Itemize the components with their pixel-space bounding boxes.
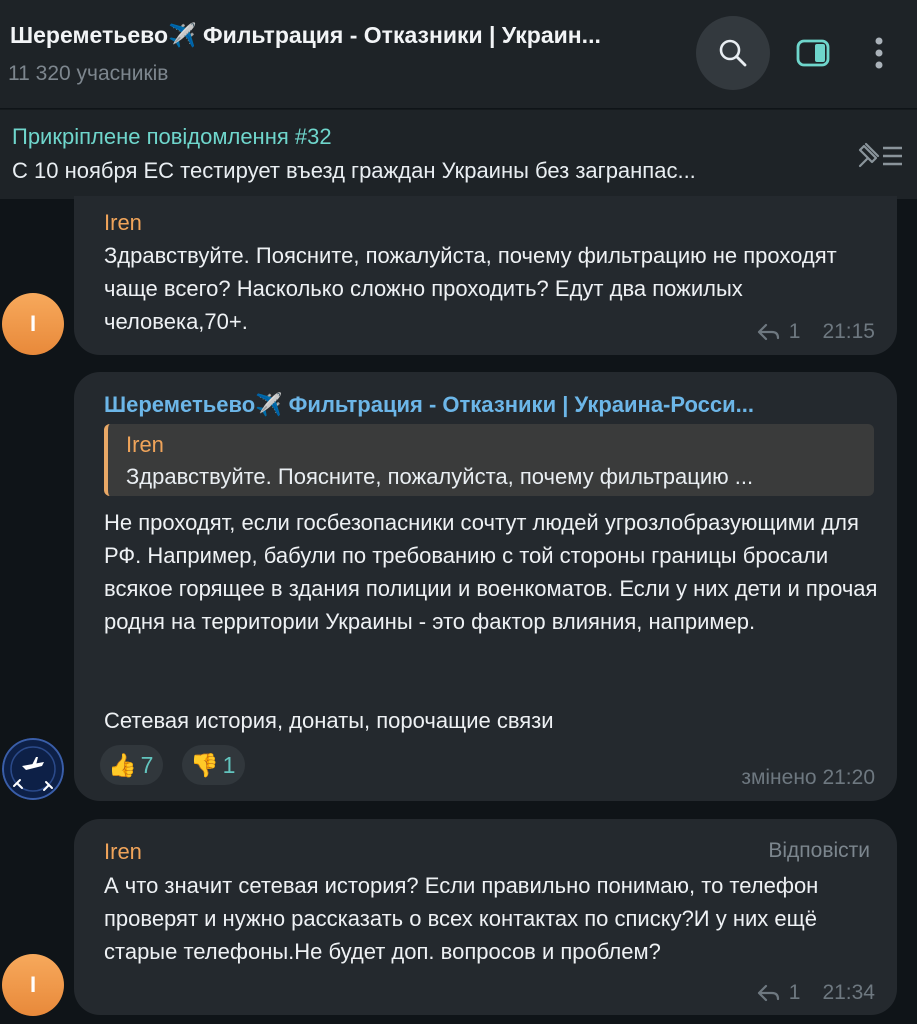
avatar[interactable]: I <box>2 293 64 355</box>
reaction-thumbs-down[interactable]: 👎 1 <box>182 745 246 785</box>
message-meta: 1 21:15 <box>757 320 875 344</box>
reaction-count: 7 <box>140 751 154 778</box>
message-bubble[interactable]: Шереметьево✈️ Фильтрация - Отказники | У… <box>74 372 897 801</box>
message-time: 21:15 <box>822 320 875 343</box>
reply-arrow-icon[interactable] <box>757 983 781 1003</box>
reaction-thumbs-up[interactable]: 👍 7 <box>100 745 164 785</box>
pinned-text: С 10 ноября ЕС тестирует въезд граждан У… <box>12 158 696 183</box>
message-time: 21:34 <box>822 981 875 1004</box>
message-text-2: Сетевая история, донаты, порочащие связи <box>104 708 554 733</box>
message-meta: 1 21:34 <box>757 981 875 1005</box>
quoted-message[interactable]: Iren Здравствуйте. Поясните, пожалуйста,… <box>104 424 874 496</box>
reply-button[interactable]: Відповісти <box>768 839 870 863</box>
message-text: Не проходят, если госбезопасники сочтут … <box>104 510 878 634</box>
message-meta: змінено 21:20 <box>741 766 875 790</box>
members-count: 11 320 учасників <box>8 62 169 85</box>
chat-header: Шереметьево✈️ Фильтрация - Отказники | У… <box>0 0 917 108</box>
channel-name[interactable]: Шереметьево✈️ Фильтрация - Отказники | У… <box>104 392 874 418</box>
search-icon <box>719 39 747 67</box>
search-button[interactable] <box>696 16 770 90</box>
sidebar-toggle-icon <box>796 39 830 67</box>
reaction-count: 1 <box>222 751 236 778</box>
channel-avatar[interactable] <box>2 738 64 800</box>
message-bubble[interactable]: Iren Здравствуйте. Поясните, пожалуйста,… <box>74 196 897 355</box>
pinned-message-bar[interactable]: Прикріплене повідомлення #32 С 10 ноября… <box>0 109 917 199</box>
quote-text: Здравствуйте. Поясните, пожалуйста, поче… <box>126 464 754 489</box>
reply-count[interactable]: 1 <box>789 981 801 1005</box>
thumbs-up-icon: 👍 <box>108 751 137 778</box>
quote-sender: Iren <box>126 432 164 457</box>
pinned-list-button[interactable] <box>846 136 908 176</box>
channel-logo-icon <box>2 738 64 800</box>
message-bubble[interactable]: Iren Відповісти А что значит сетевая ист… <box>74 819 897 1015</box>
pin-list-icon <box>858 142 902 168</box>
avatar[interactable]: I <box>2 954 64 1016</box>
more-vertical-icon <box>875 37 883 69</box>
message-text: Здравствуйте. Поясните, пожалуйста, поче… <box>104 243 837 334</box>
reply-count[interactable]: 1 <box>789 320 801 344</box>
thumbs-down-icon: 👎 <box>190 751 219 778</box>
sender-name[interactable]: Iren <box>104 839 142 865</box>
sender-name[interactable]: Iren <box>104 210 142 236</box>
pinned-title: Прикріплене повідомлення #32 <box>12 124 332 149</box>
chat-title[interactable]: Шереметьево✈️ Фильтрация - Отказники | У… <box>10 22 601 49</box>
side-panel-button[interactable] <box>776 16 850 90</box>
reply-arrow-icon[interactable] <box>757 322 781 342</box>
more-button[interactable] <box>844 16 914 90</box>
message-time: змінено 21:20 <box>741 766 875 789</box>
message-text: А что значит сетевая история? Если прави… <box>104 873 819 964</box>
